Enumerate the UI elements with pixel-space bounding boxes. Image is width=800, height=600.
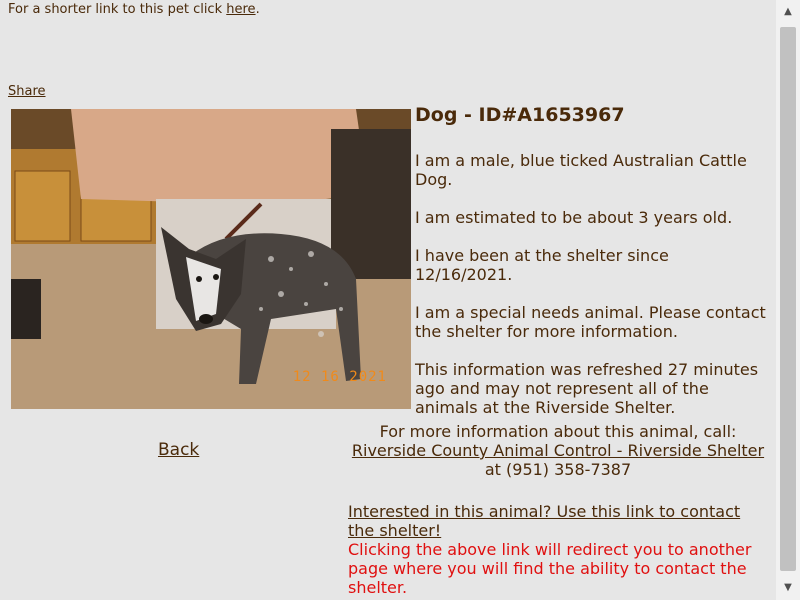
contact-info: For more information about this animal, … <box>348 422 768 479</box>
pet-special-needs: I am a special needs animal. Please cont… <box>415 303 766 341</box>
refresh-notice: This information was refreshed 27 minute… <box>415 360 759 417</box>
shelter-link[interactable]: Riverside County Animal Control - Rivers… <box>352 441 764 460</box>
scrollbar-thumb[interactable] <box>780 27 796 571</box>
interested-contact-link[interactable]: Interested in this animal? Use this link… <box>348 502 740 540</box>
redirect-warning: Clicking the above link will redirect yo… <box>348 540 752 597</box>
arrow-up-icon[interactable]: ▲ <box>776 0 800 24</box>
pet-photo-illustration <box>11 109 411 409</box>
pet-photo: 12 16 2021 <box>11 109 411 409</box>
shorter-link-notice: For a shorter link to this pet click her… <box>8 2 260 17</box>
photo-date-stamp: 12 16 2021 <box>292 369 387 385</box>
back-link[interactable]: Back <box>158 440 199 460</box>
contact-shelter-block: Interested in this animal? Use this link… <box>348 502 768 597</box>
contact-intro: For more information about this animal, … <box>379 422 737 441</box>
shorter-link-end: . <box>255 2 260 17</box>
pet-shelter-since: I have been at the shelter since 12/16/2… <box>415 246 669 284</box>
share-link[interactable]: Share <box>8 84 46 99</box>
shorter-link-text: For a shorter link to this pet click <box>8 2 223 17</box>
vertical-scrollbar[interactable]: ▲ ▼ <box>776 0 800 600</box>
pet-age: I am estimated to be about 3 years old. <box>415 208 733 227</box>
pet-title: Dog - ID#A1653967 <box>415 104 625 126</box>
arrow-down-icon[interactable]: ▼ <box>776 576 800 600</box>
shelter-phone: (951) 358-7387 <box>506 460 632 479</box>
pet-info: Dog - ID#A1653967 I am a male, blue tick… <box>415 104 767 436</box>
pet-description: I am a male, blue ticked Australian Catt… <box>415 151 747 189</box>
phone-prefix: at <box>484 460 507 479</box>
shorter-link-here[interactable]: here <box>226 2 255 17</box>
